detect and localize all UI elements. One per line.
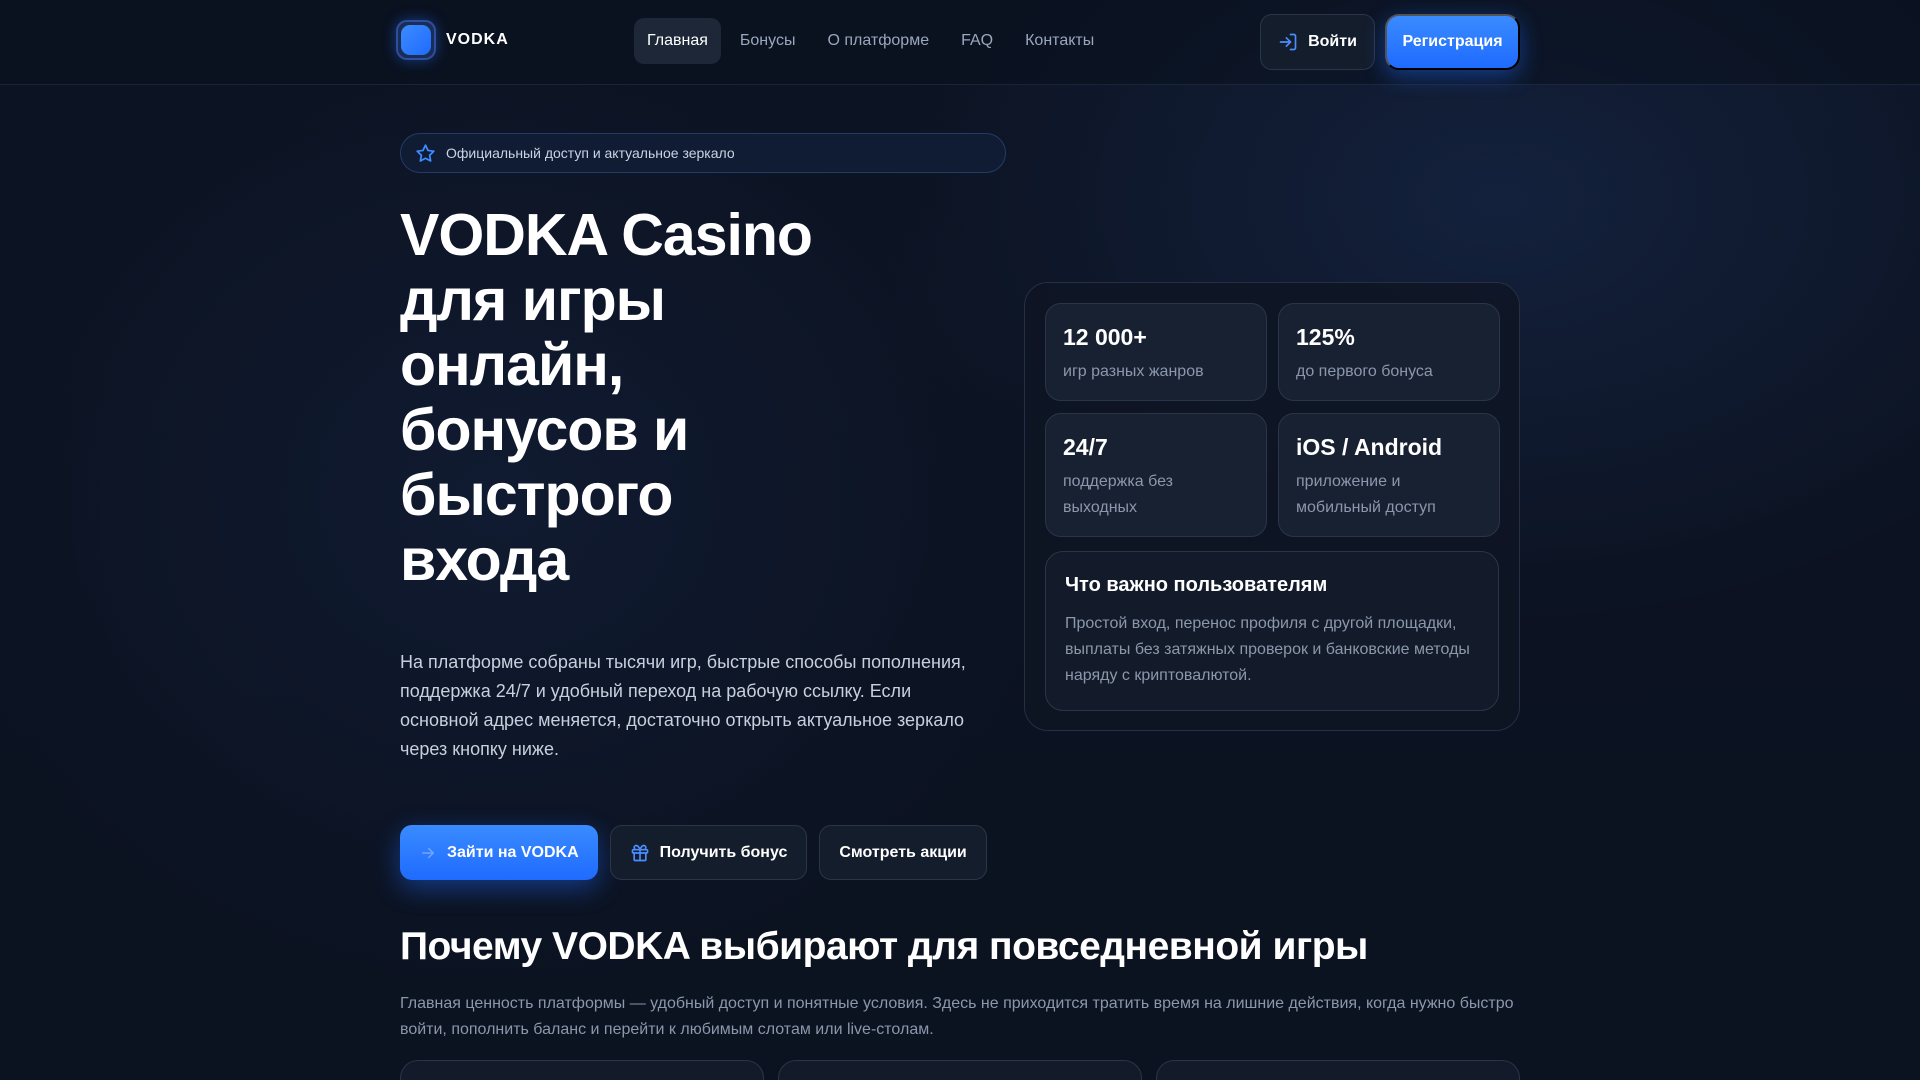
user-priorities-text: Простой вход, перенос профиля с другой п…	[1065, 615, 1470, 684]
stat-card-games: 12 000+ игр разных жанров	[1045, 303, 1267, 401]
user-priorities-title: Что важно пользователям	[1065, 574, 1328, 596]
get-bonus-button[interactable]: Получить бонус	[609, 825, 808, 880]
stat-label: до первого бонуса	[1296, 363, 1433, 380]
register-button[interactable]: Регистрация	[1385, 14, 1520, 70]
main-nav: Главная Бонусы О платформе FAQ Контакты	[634, 18, 1107, 64]
stats-panel: 12 000+ игр разных жанров 125% до первог…	[1024, 282, 1520, 731]
login-label: Войти	[1308, 33, 1357, 50]
hero-title-line: быстрого	[400, 462, 673, 528]
logo-mark-icon	[396, 20, 436, 60]
stat-value: iOS / Android	[1296, 434, 1443, 460]
nav-item-contacts[interactable]: Контакты	[1012, 18, 1107, 64]
top-navbar: VODKA Главная Бонусы О платформе FAQ Кон…	[0, 0, 1920, 85]
hero-title-line: входа	[400, 527, 569, 593]
feature-card	[1156, 1060, 1520, 1080]
login-icon	[1278, 32, 1298, 52]
official-access-badge: Официальный доступ и актуальное зеркало	[400, 133, 1006, 173]
gift-icon	[630, 843, 650, 863]
hero-cta-group: Зайти на VODKA Получить бонус Смотреть а…	[400, 825, 987, 880]
enter-vodka-button[interactable]: Зайти на VODKA	[400, 825, 598, 880]
brand-logo[interactable]: VODKA	[396, 20, 509, 60]
feature-card	[778, 1060, 1142, 1080]
stat-label: игр разных жанров	[1063, 363, 1204, 380]
stat-value: 24/7	[1063, 434, 1108, 460]
stat-card-bonus: 125% до первого бонуса	[1278, 303, 1500, 401]
brand-name: VODKA	[446, 31, 509, 48]
hero-title-line: для игры	[400, 267, 666, 333]
hero-description: На платформе собраны тысячи игр, быстрые…	[400, 652, 966, 759]
page: VODKA Главная Бонусы О платформе FAQ Кон…	[0, 0, 1920, 1080]
get-bonus-label: Получить бонус	[659, 843, 788, 861]
why-section-description: Главная ценность платформы — удобный дос…	[400, 995, 1514, 1038]
arrow-right-icon	[419, 844, 437, 862]
feature-card	[400, 1060, 764, 1080]
stat-label: поддержка без выходных	[1063, 473, 1173, 516]
nav-item-about[interactable]: О платформе	[814, 18, 942, 64]
view-promos-button[interactable]: Смотреть акции	[819, 825, 987, 880]
stat-label: приложение и мобильный доступ	[1296, 473, 1436, 516]
nav-item-home[interactable]: Главная	[634, 18, 721, 64]
badge-text: Официальный доступ и актуальное зеркало	[446, 145, 735, 161]
hero-title-line: бонусов и	[400, 397, 689, 463]
stat-card-mobile: iOS / Android приложение и мобильный дос…	[1278, 413, 1500, 537]
nav-item-bonuses[interactable]: Бонусы	[727, 18, 809, 64]
hero-title: VODKA Casino для игры онлайн, бонусов и …	[400, 203, 880, 593]
stat-card-support: 24/7 поддержка без выходных	[1045, 413, 1267, 537]
stat-value: 125%	[1296, 324, 1355, 350]
user-priorities-card: Что важно пользователям Простой вход, пе…	[1045, 551, 1499, 711]
star-icon	[415, 143, 436, 164]
nav-item-faq[interactable]: FAQ	[948, 18, 1006, 64]
why-section-title: Почему VODKA выбирают для повседневной и…	[400, 925, 1368, 968]
stat-value: 12 000+	[1063, 324, 1147, 350]
hero-title-line: онлайн,	[400, 332, 624, 398]
enter-vodka-label: Зайти на VODKA	[447, 843, 579, 861]
login-button[interactable]: Войти	[1260, 14, 1375, 70]
hero-title-line: VODKA Casino	[400, 202, 813, 268]
